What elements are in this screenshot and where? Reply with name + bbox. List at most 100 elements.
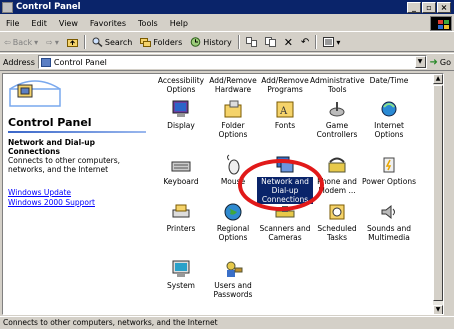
back-arrow-icon: ⇦ bbox=[4, 37, 11, 47]
chevron-down-icon: ▾ bbox=[54, 37, 59, 47]
item-sounds-and-multimedia[interactable]: Sounds and Multimedia bbox=[361, 201, 417, 242]
toolbar-separator bbox=[315, 35, 318, 49]
close-button[interactable]: × bbox=[437, 1, 451, 13]
history-button[interactable]: History bbox=[186, 37, 235, 47]
menu-favorites[interactable]: Favorites bbox=[84, 19, 132, 28]
system-icon bbox=[172, 260, 190, 277]
search-button[interactable]: Search bbox=[88, 37, 136, 47]
status-bar: Connects to other computers, networks, a… bbox=[0, 316, 454, 329]
selected-item-description: Connects to other computers, networks, a… bbox=[8, 156, 121, 174]
scroll-down-button[interactable]: ▼ bbox=[433, 305, 443, 314]
folders-button[interactable]: Folders bbox=[136, 37, 186, 47]
item-printers[interactable]: Printers bbox=[153, 201, 209, 233]
copy-to-button[interactable] bbox=[261, 37, 280, 47]
windows-update-link[interactable]: Windows Update bbox=[8, 188, 71, 197]
folders-icon bbox=[140, 38, 152, 47]
control-panel-icon bbox=[40, 57, 51, 67]
phone-icon bbox=[328, 157, 346, 173]
control-panel-icon bbox=[2, 1, 13, 13]
page-title: Control Panel bbox=[8, 116, 92, 129]
svg-text:A: A bbox=[279, 106, 288, 117]
windows-logo-icon bbox=[430, 16, 452, 31]
vertical-scrollbar[interactable]: ▲ ▼ bbox=[433, 74, 443, 314]
control-panel-logo-icon bbox=[9, 80, 61, 107]
move-to-icon bbox=[245, 37, 257, 47]
menu-edit[interactable]: Edit bbox=[25, 19, 53, 28]
printer-icon bbox=[172, 204, 190, 218]
item-administrative-tools[interactable]: Administrative Tools bbox=[309, 76, 365, 94]
item-regional-options[interactable]: Regional Options bbox=[205, 201, 261, 242]
go-button[interactable]: ➜ Go bbox=[427, 57, 454, 68]
item-accessibility-options[interactable]: Accessibility Options bbox=[153, 76, 209, 94]
up-folder-icon bbox=[66, 39, 78, 47]
scroll-up-button[interactable]: ▲ bbox=[433, 74, 443, 84]
item-internet-options[interactable]: Internet Options bbox=[361, 98, 417, 139]
game-controller-icon bbox=[329, 102, 345, 117]
highlight-circle bbox=[238, 159, 324, 211]
minimize-button[interactable]: _ bbox=[407, 1, 421, 13]
delete-button[interactable]: ✕ bbox=[280, 36, 297, 49]
standard-toolbar: ⇦ Back ▾ ⇨ ▾ Search Folders History ✕ ↶ … bbox=[0, 33, 454, 52]
toolbar-separator bbox=[83, 35, 86, 49]
delete-icon: ✕ bbox=[283, 35, 293, 49]
menu-view[interactable]: View bbox=[53, 19, 84, 28]
info-pane: Control Panel Network and Dial-up Connec… bbox=[3, 74, 153, 314]
folder-options-icon bbox=[224, 100, 242, 118]
forward-button[interactable]: ⇨ ▾ bbox=[42, 38, 63, 47]
internet-options-icon bbox=[381, 101, 397, 117]
item-date-time[interactable]: Date/Time bbox=[361, 76, 417, 85]
keyboard-icon bbox=[171, 161, 191, 172]
up-folder-button[interactable] bbox=[63, 37, 82, 47]
undo-button[interactable]: ↶ bbox=[297, 37, 313, 48]
item-fonts[interactable]: A Fonts bbox=[257, 98, 313, 130]
display-icon bbox=[172, 100, 189, 117]
scheduled-tasks-icon bbox=[329, 204, 345, 220]
views-icon bbox=[323, 37, 335, 47]
copy-to-icon bbox=[264, 37, 276, 47]
title-divider bbox=[8, 131, 146, 133]
menu-tools[interactable]: Tools bbox=[132, 19, 164, 28]
search-icon bbox=[92, 37, 103, 47]
item-display[interactable]: Display bbox=[153, 98, 209, 130]
address-input[interactable]: Control Panel ▼ bbox=[37, 55, 427, 69]
scroll-thumb[interactable] bbox=[433, 85, 443, 301]
content-area: Control Panel Network and Dial-up Connec… bbox=[2, 73, 444, 315]
menu-help[interactable]: Help bbox=[164, 19, 194, 28]
chevron-down-icon: ▾ bbox=[34, 37, 39, 47]
mouse-icon bbox=[227, 154, 240, 175]
move-to-button[interactable] bbox=[242, 37, 261, 47]
item-add-remove-hardware[interactable]: Add/Remove Hardware bbox=[205, 76, 261, 94]
address-dropdown-button[interactable]: ▼ bbox=[414, 56, 426, 68]
item-system[interactable]: System bbox=[153, 258, 209, 290]
window-title: Control Panel bbox=[16, 2, 81, 12]
history-icon bbox=[190, 37, 201, 47]
item-keyboard[interactable]: Keyboard bbox=[153, 154, 209, 186]
maximize-button[interactable]: ▫ bbox=[422, 1, 436, 13]
undo-icon: ↶ bbox=[300, 36, 310, 48]
power-icon bbox=[383, 157, 395, 173]
menu-bar: File Edit View Favorites Tools Help bbox=[0, 15, 454, 32]
users-icon bbox=[226, 261, 243, 277]
item-power-options[interactable]: Power Options bbox=[361, 154, 417, 186]
fonts-icon: A bbox=[276, 101, 294, 118]
globe-icon bbox=[224, 203, 242, 221]
toolbar-separator bbox=[237, 35, 240, 49]
item-folder-options[interactable]: Folder Options bbox=[205, 98, 261, 139]
item-scheduled-tasks[interactable]: Scheduled Tasks bbox=[309, 201, 365, 242]
windows-2000-support-link[interactable]: Windows 2000 Support bbox=[8, 198, 95, 207]
sound-icon bbox=[381, 204, 395, 220]
item-add-remove-programs[interactable]: Add/Remove Programs bbox=[257, 76, 313, 94]
item-game-controllers[interactable]: Game Controllers bbox=[309, 98, 365, 139]
title-bar: Control Panel _ ▫ × bbox=[0, 0, 454, 14]
back-button[interactable]: ⇦ Back ▾ bbox=[0, 38, 42, 47]
selected-item-title: Network and Dial-up Connections bbox=[8, 138, 95, 156]
address-value: Control Panel bbox=[53, 57, 107, 67]
forward-arrow-icon: ⇨ bbox=[46, 37, 53, 47]
go-arrow-icon: ➜ bbox=[429, 56, 438, 68]
item-users-and-passwords[interactable]: Users and Passwords bbox=[205, 258, 261, 299]
address-label: Address bbox=[3, 57, 35, 67]
views-button[interactable]: ▾ bbox=[319, 37, 344, 47]
chevron-down-icon: ▾ bbox=[336, 37, 341, 47]
address-bar: Address Control Panel ▼ ➜ Go bbox=[0, 53, 454, 71]
menu-file[interactable]: File bbox=[0, 19, 25, 28]
